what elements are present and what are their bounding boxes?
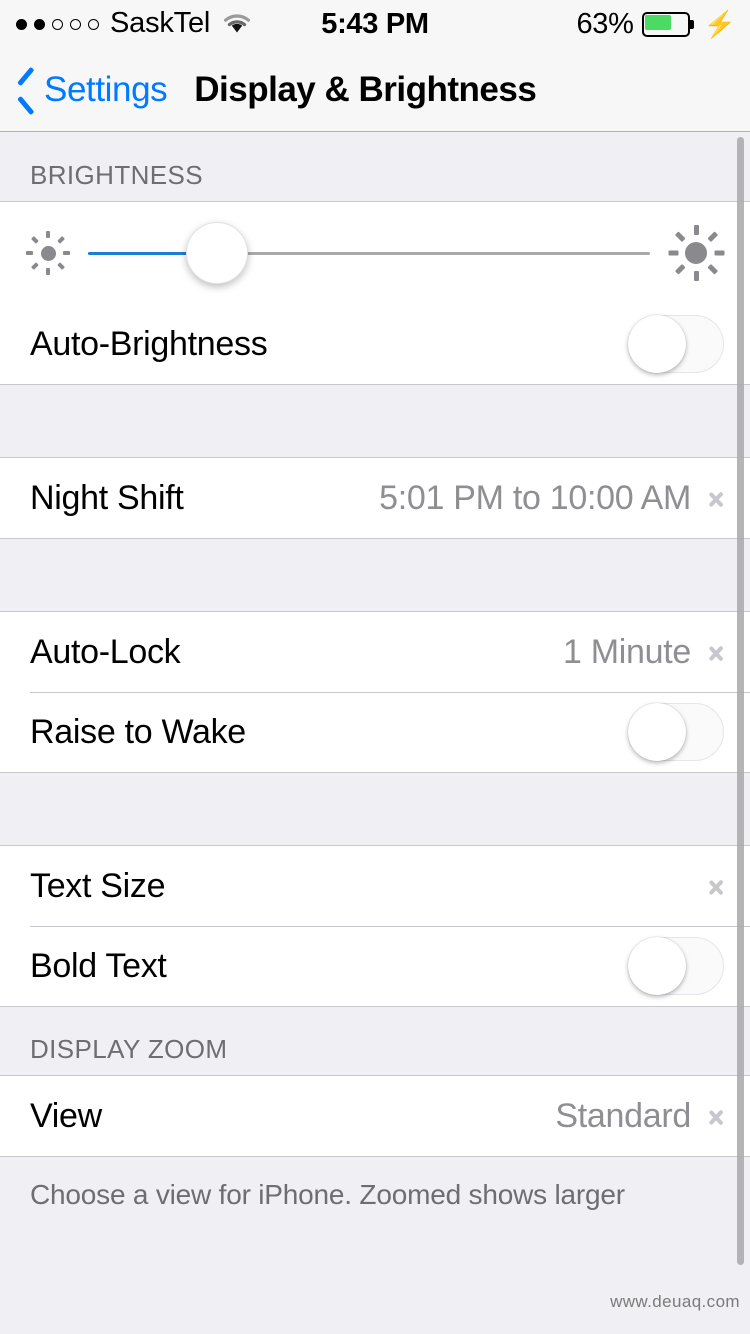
row-value: 5:01 PM to 10:00 AM [379, 478, 691, 517]
chevron-right-icon [709, 639, 724, 666]
toggle-knob [628, 937, 686, 995]
sun-large-icon [668, 225, 724, 281]
group-brightness: Auto-Brightness [0, 201, 750, 385]
row-label: Auto-Brightness [30, 324, 268, 363]
row-bold-text[interactable]: Bold Text [0, 926, 750, 1006]
vertical-scrollbar[interactable] [737, 137, 744, 1265]
row-value: 1 Minute [562, 632, 691, 671]
row-value: Standard [555, 1096, 691, 1135]
toggle-knob [628, 315, 686, 373]
toggle-knob [628, 703, 686, 761]
bold-text-toggle[interactable] [628, 937, 724, 995]
row-night-shift[interactable]: Night Shift 5:01 PM to 10:00 AM [0, 458, 750, 538]
brightness-slider-row[interactable] [0, 202, 750, 304]
brightness-slider[interactable] [88, 222, 650, 284]
group-text: Text Size Bold Text [0, 845, 750, 1007]
section-gap [0, 773, 750, 845]
row-label: Raise to Wake [30, 712, 246, 751]
page-title: Display & Brightness [194, 69, 537, 109]
row-text-size[interactable]: Text Size [0, 846, 750, 926]
group-lock: Auto-Lock 1 Minute Raise to Wake [0, 611, 750, 773]
battery-icon [641, 11, 694, 37]
chevron-right-icon [709, 1103, 724, 1130]
row-label: View [30, 1096, 102, 1135]
section-header-display-zoom: DISPLAY ZOOM [30, 1034, 228, 1064]
raise-to-wake-toggle[interactable] [628, 703, 724, 761]
row-auto-brightness[interactable]: Auto-Brightness [0, 304, 750, 384]
row-auto-lock[interactable]: Auto-Lock 1 Minute [0, 612, 750, 692]
section-gap [0, 385, 750, 457]
iphone-screen: SaskTel 5:43 PM 63% ⚡ Settings Display &… [0, 0, 750, 1334]
section-header-brightness: BRIGHTNESS [30, 160, 204, 190]
slider-thumb[interactable] [186, 222, 249, 284]
row-raise-to-wake[interactable]: Raise to Wake [0, 692, 750, 772]
battery-percentage: 63% [576, 7, 634, 40]
group-night-shift: Night Shift 5:01 PM to 10:00 AM [0, 457, 750, 539]
auto-brightness-toggle[interactable] [628, 315, 724, 373]
status-bar-clock: 5:43 PM [321, 7, 429, 40]
sun-small-icon [26, 231, 70, 275]
row-label: Night Shift [30, 478, 184, 517]
section-gap [0, 539, 750, 611]
display-zoom-footer: Choose a view for iPhone. Zoomed shows l… [30, 1179, 625, 1210]
row-label: Bold Text [30, 946, 167, 985]
navigation-bar: Settings Display & Brightness [0, 48, 750, 132]
chevron-left-icon [16, 71, 38, 109]
back-button[interactable]: Settings [16, 69, 168, 110]
back-button-label: Settings [44, 69, 168, 109]
row-label: Auto-Lock [30, 632, 181, 671]
row-view[interactable]: View Standard [0, 1076, 750, 1156]
settings-list[interactable]: BRIGHTNESS Auto-Brightness Night Shift 5… [0, 133, 750, 1334]
chevron-right-icon [709, 485, 724, 512]
lightning-bolt-icon: ⚡ [703, 9, 736, 39]
chevron-right-icon [709, 873, 724, 900]
status-bar-right: 63% ⚡ [576, 0, 736, 48]
group-display-zoom: View Standard [0, 1075, 750, 1157]
watermark: www.deuaq.com [610, 1292, 740, 1311]
status-bar: SaskTel 5:43 PM 63% ⚡ [0, 0, 750, 48]
row-label: Text Size [30, 866, 166, 905]
